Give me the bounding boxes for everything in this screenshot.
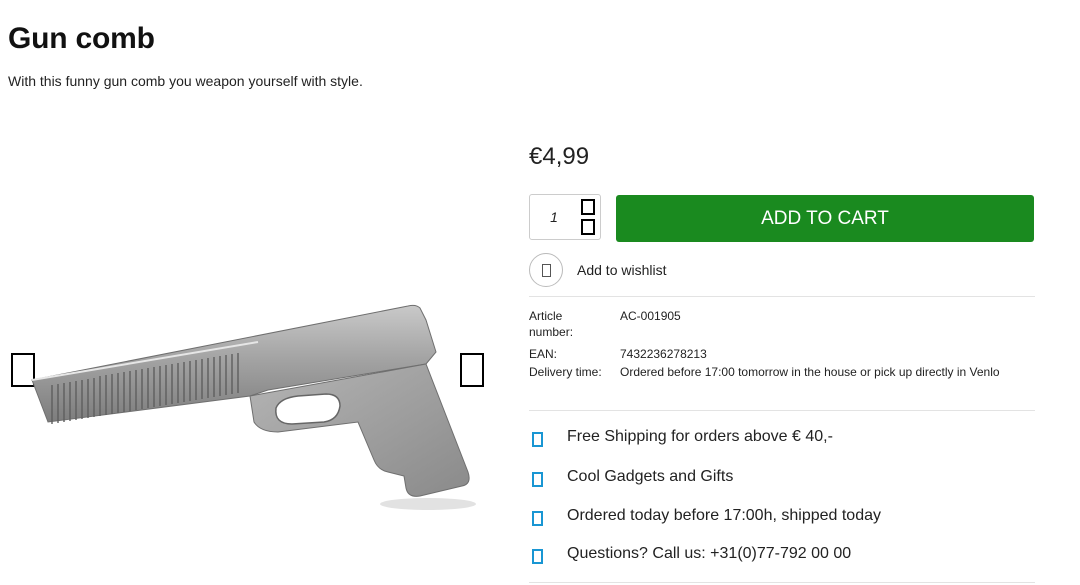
spec-value-article-number: AC-001905 xyxy=(620,309,681,323)
quantity-increase-icon[interactable] xyxy=(581,199,595,215)
wishlist-link[interactable]: Add to wishlist xyxy=(529,253,829,289)
phone-icon xyxy=(532,549,543,564)
product-page: Gun comb With this funny gun comb you we… xyxy=(0,0,1080,585)
heart-icon[interactable] xyxy=(529,253,563,287)
divider xyxy=(529,582,1035,583)
gift-icon xyxy=(532,472,543,487)
spec-label-delivery-time: Delivery time: xyxy=(529,365,602,379)
quantity-decrease-icon[interactable] xyxy=(581,219,595,235)
spec-value-ean: 7432236278213 xyxy=(620,347,707,361)
usp-text: Free Shipping for orders above € 40,- xyxy=(567,428,833,445)
wishlist-label[interactable]: Add to wishlist xyxy=(577,262,666,278)
usp-text: Questions? Call us: +31(0)77-792 00 00 xyxy=(567,545,852,562)
usp-text: Ordered today before 17:00h, shipped tod… xyxy=(567,507,881,524)
product-title: Gun comb xyxy=(8,22,155,55)
spec-value-delivery-time: Ordered before 17:00 tomorrow in the hou… xyxy=(620,365,1000,379)
quantity-stepper xyxy=(529,194,601,240)
product-image[interactable] xyxy=(28,272,478,512)
gallery-next-button[interactable] xyxy=(460,353,484,387)
divider xyxy=(529,296,1035,297)
check-icon xyxy=(532,432,543,447)
usp-text: Cool Gadgets and Gifts xyxy=(567,468,734,485)
truck-icon xyxy=(532,511,543,526)
add-to-cart-button[interactable]: ADD TO CART xyxy=(616,195,1034,242)
quantity-input[interactable] xyxy=(531,196,577,238)
divider xyxy=(529,410,1035,411)
usp-item: Ordered today before 17:00h, shipped tod… xyxy=(529,506,1035,530)
product-price: €4,99 xyxy=(529,143,590,170)
usp-item: Free Shipping for orders above € 40,- xyxy=(529,427,1035,451)
usp-item: Questions? Call us: +31(0)77-792 00 00 xyxy=(529,544,1035,568)
spec-label-ean: EAN: xyxy=(529,347,558,361)
spec-label-article-number: Article number: xyxy=(529,309,574,339)
usp-item: Cool Gadgets and Gifts xyxy=(529,467,1035,491)
product-description: With this funny gun comb you weapon your… xyxy=(8,73,363,89)
product-gallery xyxy=(0,240,500,510)
